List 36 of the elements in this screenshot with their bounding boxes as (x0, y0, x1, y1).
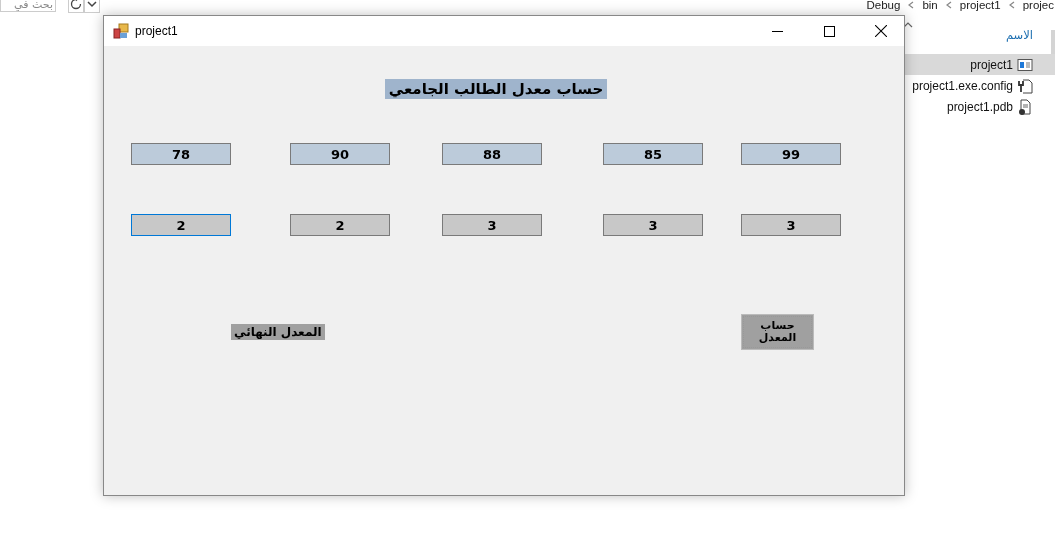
window-title: project1 (135, 24, 178, 38)
search-field[interactable]: بحث في (0, 0, 56, 12)
chevron-icon (87, 0, 97, 8)
breadcrumb-item[interactable]: Debug (866, 0, 901, 11)
dropdown-button[interactable] (84, 0, 100, 13)
refresh-icon (70, 0, 82, 10)
breadcrumb-item[interactable]: project1 (959, 0, 1001, 11)
close-icon (875, 25, 887, 37)
grade-field[interactable]: 99 (741, 143, 841, 165)
file-item[interactable]: project1 (905, 54, 1055, 75)
file-item[interactable]: project1.exe.config (903, 75, 1055, 96)
heading-label: حساب معدل الطالب الجامعي (384, 79, 608, 99)
file-item[interactable]: project1.pdb (903, 96, 1055, 117)
chevron-icon (945, 1, 952, 9)
grade-field[interactable]: 90 (290, 143, 390, 165)
app-icon (113, 23, 129, 39)
breadcrumb-item[interactable]: projec (1022, 0, 1054, 11)
maximize-icon (823, 25, 835, 37)
column-header[interactable]: الاسم (903, 28, 1055, 54)
config-file-icon (1017, 77, 1033, 94)
refresh-button[interactable] (68, 0, 84, 13)
window-icon (1017, 57, 1033, 72)
calculate-button[interactable]: حساب المعدل (741, 314, 814, 350)
grade-field[interactable]: 78 (131, 143, 231, 165)
breadcrumb-item[interactable]: bin (922, 0, 938, 11)
result-label: المعدل النهائي (231, 324, 325, 340)
grade-field[interactable]: 88 (442, 143, 542, 165)
grade-field[interactable]: 85 (603, 143, 703, 165)
credit-hours-field[interactable]: 3 (741, 214, 841, 236)
document-icon (1017, 98, 1033, 115)
credit-hours-field[interactable]: 3 (603, 214, 703, 236)
credit-hours-field[interactable]: 2 (131, 214, 231, 236)
credit-hours-field[interactable]: 3 (442, 214, 542, 236)
chevron-icon (908, 1, 915, 9)
chevron-icon (1008, 1, 1015, 9)
credit-hours-field[interactable]: 2 (290, 214, 390, 236)
